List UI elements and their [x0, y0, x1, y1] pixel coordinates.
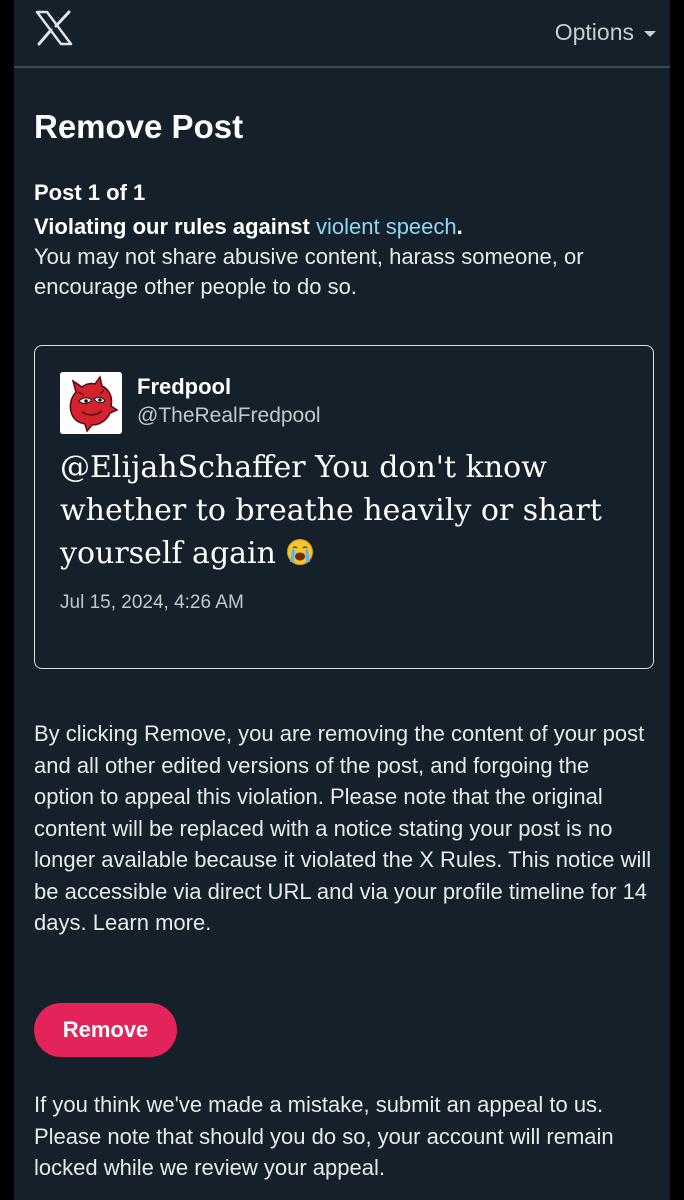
remove-explanation: By clicking Remove, you are removing the… [34, 718, 654, 939]
avatar-image [60, 372, 122, 434]
post-timestamp: Jul 15, 2024, 4:26 AM [60, 592, 244, 613]
violent-speech-link[interactable]: violent speech [316, 214, 457, 239]
top-bar: Options [14, 0, 670, 68]
learn-more-link[interactable]: Learn more. [93, 910, 212, 935]
app-frame: Options Remove Post Post 1 of 1 Violatin… [14, 0, 670, 1200]
remove-button[interactable]: Remove [34, 1003, 177, 1057]
violation-summary: Violating our rules against violent spee… [34, 212, 654, 302]
post-count: Post 1 of 1 [34, 180, 146, 205]
chevron-down-icon [644, 31, 656, 37]
x-logo-icon[interactable] [34, 10, 74, 46]
page-title: Remove Post [34, 108, 244, 145]
explanation-text: By clicking Remove, you are removing the… [34, 721, 652, 935]
post-text-content: @ElijahSchaffer You don't know whether t… [60, 450, 602, 571]
post-text: @ElijahSchaffer You don't know whether t… [60, 446, 640, 575]
author-name: Fredpool [137, 374, 232, 399]
avatar [60, 372, 122, 434]
author-handle: @TheRealFredpool [137, 404, 321, 427]
appeal-notice: If you think we've made a mistake, submi… [34, 1092, 614, 1180]
violation-prefix: Violating our rules against [34, 214, 316, 239]
options-dropdown[interactable]: Options [555, 19, 656, 46]
options-label: Options [554, 19, 634, 45]
violation-description: You may not share abusive content, haras… [34, 244, 584, 299]
loudly-crying-face-icon [286, 539, 313, 565]
post-card: Fredpool @TheRealFredpool @ElijahSchaffe… [34, 345, 654, 669]
violation-suffix: . [456, 214, 463, 239]
